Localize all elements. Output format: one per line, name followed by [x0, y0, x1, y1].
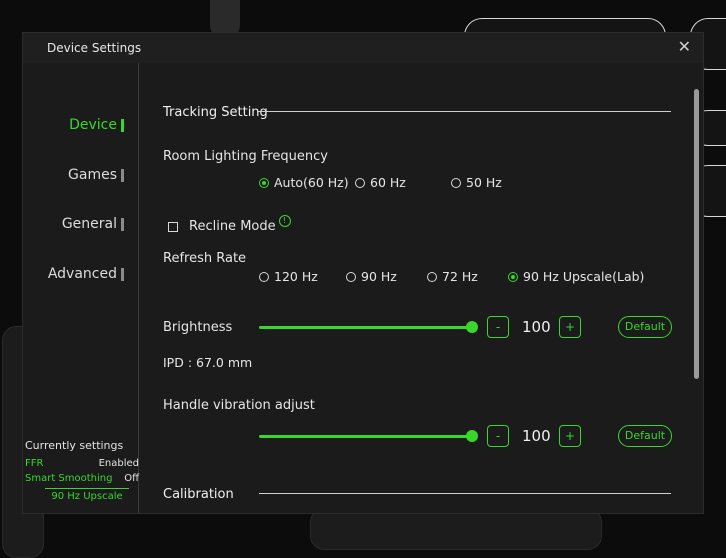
device-settings-dialog: Device Settings ✕ Device Games General A…	[22, 32, 704, 514]
radio-dot	[427, 271, 437, 282]
setting-value: Enabled	[98, 458, 139, 469]
title-bar: Device Settings ✕	[23, 33, 703, 63]
info-icon[interactable]: !	[278, 214, 291, 227]
radio-label: 60 Hz	[370, 175, 406, 190]
section-divider	[259, 493, 671, 494]
vibration-slider-track[interactable]	[259, 435, 473, 438]
radio-label: 72 Hz	[442, 269, 478, 284]
sidebar-item-games[interactable]: Games	[68, 167, 124, 183]
vibration-label: Handle vibration adjust	[163, 398, 315, 413]
radio-dot	[451, 177, 461, 188]
current-settings-heading: Currently settings	[25, 439, 124, 452]
radio-72hz[interactable]: 72 Hz	[427, 269, 478, 284]
brightness-decrease-button[interactable]: -	[487, 316, 509, 338]
radio-dot	[508, 271, 518, 282]
vibration-increase-button[interactable]: +	[559, 425, 581, 447]
recline-mode-checkbox[interactable]: Recline Mode !	[168, 214, 291, 234]
radio-60hz[interactable]: 60 Hz	[355, 175, 406, 190]
current-refresh-mode: 90 Hz Upscale	[45, 488, 129, 502]
vibration-decrease-button[interactable]: -	[487, 425, 509, 447]
active-indicator	[121, 118, 124, 132]
setting-key: Smart Smoothing	[25, 473, 113, 484]
item-indicator	[121, 168, 124, 182]
sidebar-item-device[interactable]: Device	[69, 117, 124, 133]
sidebar: Device Games General Advanced Currently …	[23, 63, 139, 513]
settings-content: Tracking Setting Room Lighting Frequency…	[139, 63, 703, 513]
setting-value: Off	[124, 473, 139, 484]
checkbox-label: Recline Mode	[189, 219, 276, 234]
radio-label: 50 Hz	[466, 175, 502, 190]
scrollbar-thumb[interactable]	[694, 89, 699, 379]
radio-label: 90 Hz	[361, 269, 397, 284]
current-settings-summary: Currently settings FFR Enabled Smart Smo…	[25, 439, 139, 502]
dialog-title: Device Settings	[47, 41, 142, 55]
brightness-slider-thumb[interactable]	[466, 321, 478, 333]
radio-90hz[interactable]: 90 Hz	[346, 269, 397, 284]
tracking-section-title: Tracking Setting	[163, 105, 268, 120]
brightness-value: 100	[522, 318, 551, 336]
sidebar-item-label: General	[61, 216, 117, 232]
background-panel	[310, 508, 602, 550]
item-indicator	[121, 217, 124, 231]
radio-120hz[interactable]: 120 Hz	[259, 269, 318, 284]
brightness-default-button[interactable]: Default	[618, 316, 672, 338]
vibration-value: 100	[522, 427, 551, 445]
item-indicator	[121, 267, 124, 281]
radio-dot	[346, 271, 356, 282]
sidebar-item-label: Device	[69, 117, 117, 133]
radio-dot	[259, 177, 269, 188]
refresh-rate-label: Refresh Rate	[163, 251, 247, 266]
radio-50hz[interactable]: 50 Hz	[451, 175, 502, 190]
room-lighting-label: Room Lighting Frequency	[163, 149, 328, 164]
sidebar-item-label: Games	[68, 167, 117, 183]
radio-label: 120 Hz	[274, 269, 318, 284]
vibration-slider-thumb[interactable]	[466, 430, 478, 442]
radio-dot	[259, 271, 269, 282]
radio-auto-60hz[interactable]: Auto(60 Hz)	[259, 175, 349, 190]
radio-label: 90 Hz Upscale(Lab)	[523, 269, 645, 284]
sidebar-item-label: Advanced	[47, 266, 117, 282]
sidebar-item-advanced[interactable]: Advanced	[48, 266, 124, 282]
brightness-label: Brightness	[163, 320, 233, 335]
calibration-section-title: Calibration	[163, 487, 234, 502]
close-icon[interactable]: ✕	[678, 37, 691, 56]
radio-90hz-upscale[interactable]: 90 Hz Upscale(Lab)	[508, 269, 644, 284]
vibration-default-button[interactable]: Default	[618, 425, 672, 447]
setting-key: FFR	[25, 458, 44, 469]
current-setting-row: FFR Enabled	[25, 458, 139, 469]
current-setting-row: Smart Smoothing Off	[25, 473, 139, 484]
radio-dot	[355, 177, 365, 188]
ipd-value: IPD : 67.0 mm	[163, 355, 253, 370]
radio-label: Auto(60 Hz)	[274, 175, 349, 190]
brightness-increase-button[interactable]: +	[559, 316, 581, 338]
brightness-slider-track[interactable]	[259, 326, 473, 329]
sidebar-item-general[interactable]: General	[62, 216, 124, 232]
checkbox-box	[168, 221, 178, 232]
section-divider	[257, 111, 671, 112]
